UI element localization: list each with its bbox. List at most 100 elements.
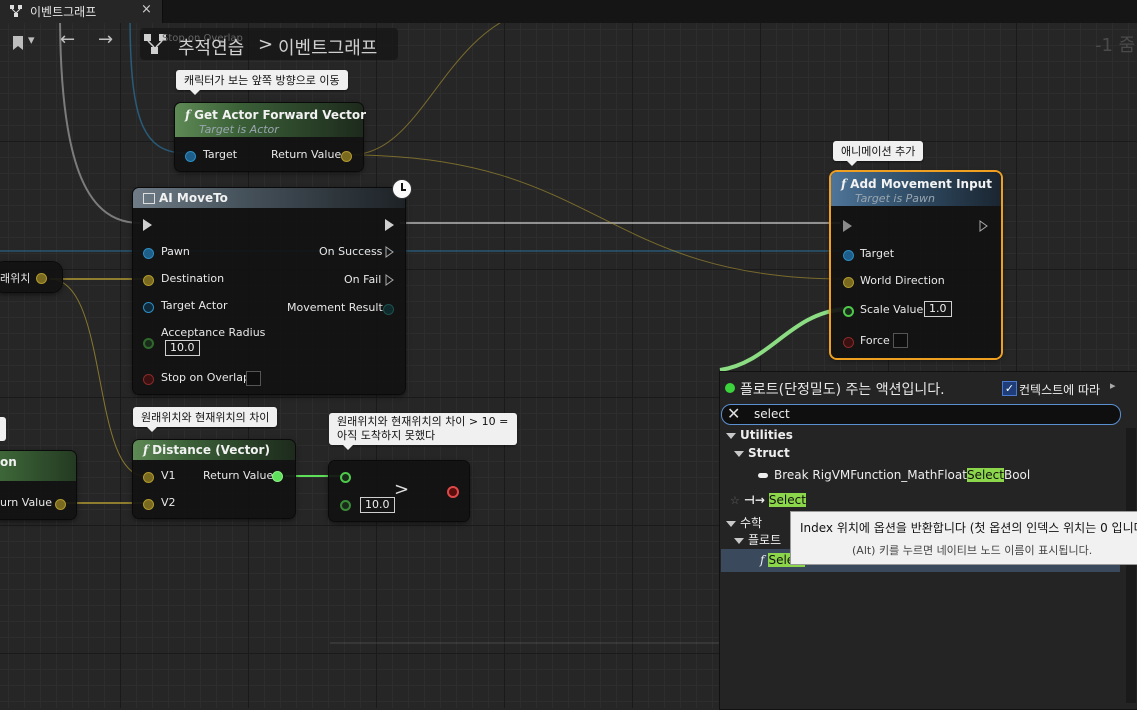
comment-add-movement[interactable]: 애니메이션 추가 [833, 141, 924, 166]
node-subtitle: Target is Pawn [855, 192, 936, 205]
pin-label: Target Actor [161, 299, 228, 312]
search-input[interactable]: ✕ select [721, 404, 1121, 425]
pin-label: V2 [161, 496, 176, 509]
forward-button[interactable]: → [98, 29, 113, 50]
comment-forward[interactable]: 캐릭터가 보는 앞쪽 방향으로 이동 [176, 70, 348, 95]
pin-label: Destination [161, 272, 225, 285]
pin-acceptance-radius[interactable] [143, 338, 154, 349]
pin-return-value[interactable] [272, 471, 283, 482]
expand-caret-icon [726, 520, 736, 527]
pin-target-actor[interactable] [143, 302, 154, 313]
stop-on-overlap-checkbox[interactable] [246, 371, 261, 386]
node-subtitle: Target is Actor [199, 123, 279, 136]
pin-target[interactable] [843, 250, 854, 261]
pin-b[interactable] [340, 500, 351, 511]
context-sensitive-checkbox[interactable]: ✓ [1002, 381, 1017, 396]
pin-pawn[interactable] [143, 248, 154, 259]
pin-movement-result[interactable] [383, 304, 394, 315]
compare-value-input[interactable]: 10.0 [360, 497, 395, 513]
clock-hand [401, 189, 406, 191]
chevron-down-icon: ▾ [28, 33, 35, 48]
comment-distance[interactable]: 원래위치와 현재위치의 차이 [133, 407, 278, 432]
acceptance-radius-input[interactable]: 10.0 [165, 340, 200, 356]
breadcrumb-root[interactable]: 추적연습 [178, 34, 244, 60]
node-header: f Get Actor Forward Vector Target is Acto… [175, 103, 367, 137]
node-title: AI MoveTo [143, 191, 228, 205]
menu-item-select[interactable]: ☆ ⊣→ Select [730, 493, 806, 507]
node-edge-fragment [0, 417, 6, 441]
tooltip-hint: (Alt) 키를 누르면 네이티브 노드 이름이 표시됩니다. [852, 544, 1093, 557]
search-value: select [754, 407, 790, 421]
pin-destination[interactable] [143, 275, 154, 286]
node-header: AI MoveTo [133, 188, 405, 208]
pin-scale-value[interactable] [843, 306, 854, 317]
pin-exec-out[interactable] [385, 219, 394, 231]
pin-target[interactable] [185, 151, 196, 162]
node-title: f Add Movement Input [841, 177, 992, 191]
chevron-right-icon[interactable]: ▸ [1110, 379, 1116, 392]
tooltip-description: Index 위치에 옵션을 반환합니다 (첫 옵션의 인덱스 위치는 0 입니다… [800, 521, 1137, 535]
pin-v2[interactable] [143, 499, 154, 510]
pin-world-direction[interactable] [843, 277, 854, 288]
category-math[interactable]: 수학 [726, 514, 762, 531]
node-left-truncated[interactable]: on urn Value [0, 451, 76, 519]
pin-exec-out[interactable] [979, 220, 989, 232]
pin-stop-on-overlap[interactable] [143, 374, 154, 385]
comment-tail [847, 161, 857, 166]
pin-force[interactable] [843, 337, 854, 348]
node-title: f Get Actor Forward Vector [185, 108, 367, 122]
function-icon: f [185, 108, 191, 122]
pin-output[interactable] [36, 273, 47, 284]
pin-return-value[interactable] [341, 151, 352, 162]
node-distance-vector[interactable]: f Distance (Vector) V1 V2 Return Value [133, 440, 295, 518]
menu-title: 플로트(단정밀도) 주는 액션입니다. [740, 382, 945, 398]
category-float[interactable]: 플로트 [734, 531, 781, 548]
clear-search-icon[interactable]: ✕ [727, 404, 740, 423]
pin-label: V1 [161, 469, 176, 482]
pin-label: Movement Result [287, 301, 383, 314]
node-greater-than[interactable]: 10.0 > [329, 461, 469, 521]
comment-tail [343, 445, 353, 450]
menu-item-break-select-bool[interactable]: Break RigVMFunction_MathFloatSelectBool [758, 468, 1030, 482]
force-checkbox[interactable] [893, 333, 908, 348]
expand-caret-icon [734, 450, 744, 457]
pin-label: 래위치 [0, 272, 31, 285]
pin-label: Force [860, 334, 890, 347]
struct-icon [758, 473, 768, 478]
comment-text: 원래위치와 현재위치의 차이 [141, 411, 270, 424]
scrollbar[interactable] [1126, 428, 1136, 703]
tab-event-graph[interactable]: 이벤트그래프 × [0, 0, 163, 23]
pin-label: Target [203, 148, 238, 161]
node-ai-moveto[interactable]: AI MoveTo Pawn Destination Target Actor … [133, 179, 412, 394]
select-node-icon: ⊣→ [743, 493, 765, 507]
tooltip: Index 위치에 옵션을 반환합니다 (첫 옵션의 인덱스 위치는 0 입니다… [790, 511, 1137, 565]
pin-label: On Success [319, 245, 383, 258]
pin-a[interactable] [340, 472, 351, 483]
pin-on-fail[interactable] [385, 274, 395, 286]
pin-exec-in[interactable] [143, 219, 152, 231]
back-button[interactable]: ← [60, 29, 75, 50]
comment-text: 원래위치와 현재위치의 차이 > 10 = 아직 도착하지 못했다 [337, 415, 509, 442]
node-origin-location[interactable]: 래위치 [0, 262, 62, 292]
scale-value-input[interactable]: 1.0 [924, 301, 952, 317]
float-type-icon [725, 383, 735, 393]
pin-label: Target [860, 247, 895, 260]
close-icon[interactable]: × [141, 2, 152, 17]
breadcrumb-current[interactable]: 이벤트그래프 [278, 34, 377, 60]
node-get-actor-forward-vector[interactable]: f Get Actor Forward Vector Target is Acto… [175, 103, 367, 171]
pin-label: Acceptance Radius [161, 326, 266, 339]
tab-bar: 이벤트그래프 × [0, 0, 1137, 23]
category-struct[interactable]: Struct [734, 446, 790, 460]
pin-output[interactable] [55, 499, 66, 510]
pin-result[interactable] [447, 486, 459, 498]
comment-compare[interactable]: 원래위치와 현재위치의 차이 > 10 = 아직 도착하지 못했다 [329, 413, 517, 450]
pin-on-success[interactable] [385, 246, 395, 258]
pin-v1[interactable] [143, 472, 154, 483]
expand-caret-icon [734, 537, 744, 544]
pin-exec-in[interactable] [843, 220, 852, 232]
node-add-movement-input[interactable]: f Add Movement Input Target is Pawn Targe… [831, 172, 1001, 358]
expand-caret-icon [726, 432, 736, 439]
bookmark-button[interactable]: ▾ [12, 33, 38, 52]
category-utilities[interactable]: Utilities [726, 428, 793, 442]
latent-clock-icon [392, 179, 412, 199]
